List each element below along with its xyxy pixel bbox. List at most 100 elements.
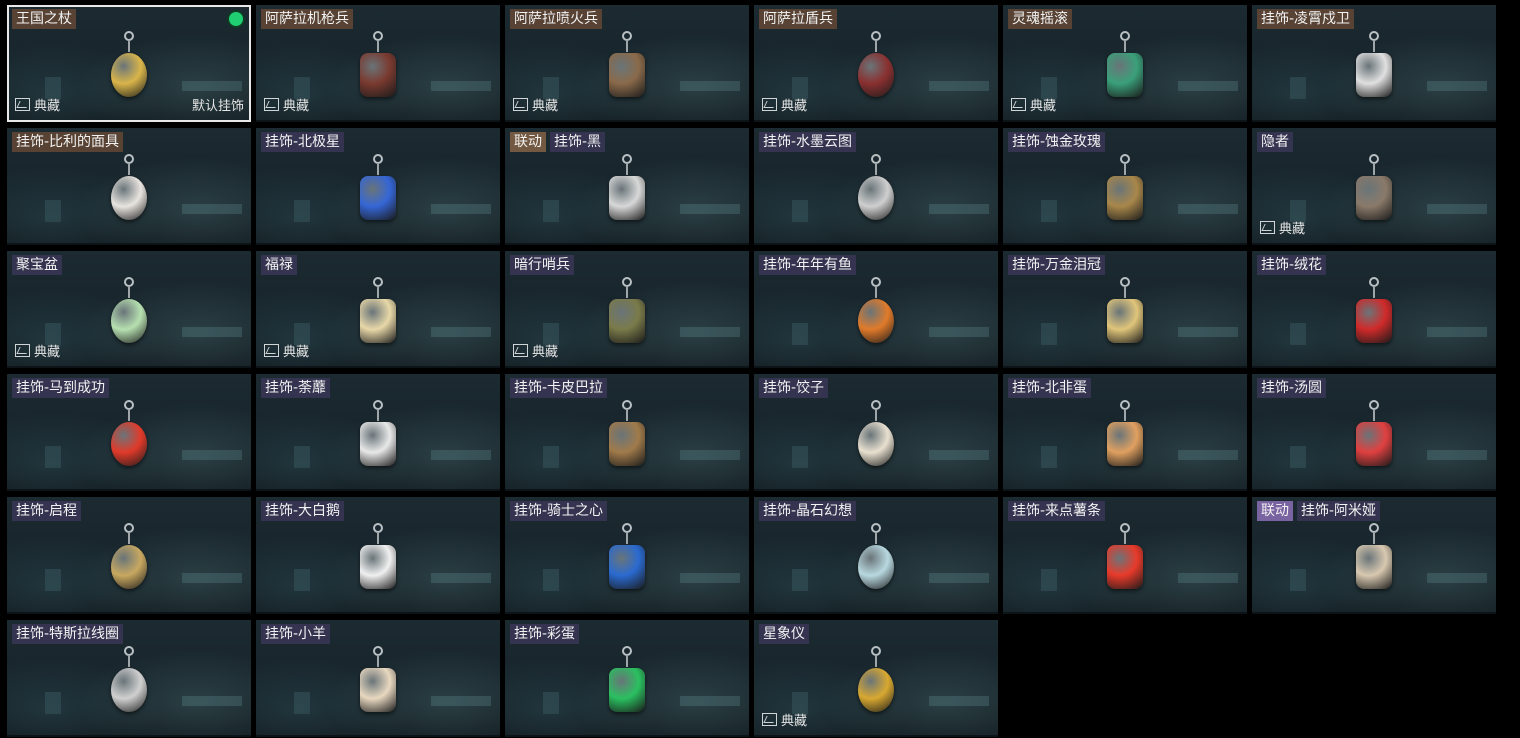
crystal-cube-charm: [846, 523, 906, 603]
charm-tile[interactable]: 挂饰-绒花: [1252, 251, 1496, 368]
collection-icon: [264, 344, 279, 357]
charm-tile[interactable]: 聚宝盆 典藏: [7, 251, 251, 368]
charm-tile[interactable]: 挂饰-饺子: [754, 374, 998, 491]
charm-tile[interactable]: 阿萨拉盾兵 典藏: [754, 5, 998, 122]
astrolabe-charm: [846, 646, 906, 726]
background-block: [1290, 446, 1306, 468]
charm-body-icon: [360, 176, 396, 220]
background-block: [543, 569, 559, 591]
tangyuan-bowl-charm: [1344, 400, 1404, 480]
chain-icon: [875, 655, 877, 667]
background-streak: [182, 204, 242, 214]
charm-tile[interactable]: 挂饰-汤圆: [1252, 374, 1496, 491]
chain-icon: [1124, 40, 1126, 52]
background-block: [792, 323, 808, 345]
chain-icon: [128, 286, 130, 298]
chain-icon: [377, 163, 379, 175]
charm-title-row: 福禄: [261, 255, 297, 275]
charm-name: 挂饰-晶石幻想: [759, 501, 857, 521]
charm-tile[interactable]: 挂饰-北极星: [256, 128, 500, 245]
charm-name: 挂饰-马到成功: [12, 378, 110, 398]
rock-guitarist-figure: [1095, 31, 1155, 111]
background-block: [45, 446, 61, 468]
background-block: [294, 692, 310, 714]
charm-tile[interactable]: 挂饰-来点薯条: [1003, 497, 1247, 614]
ink-cloud-ball-charm: [846, 154, 906, 234]
chain-icon: [626, 409, 628, 421]
charm-tile[interactable]: 挂饰-水墨云图: [754, 128, 998, 245]
charm-tile[interactable]: 挂饰-蚀金玫瑰: [1003, 128, 1247, 245]
charm-tile[interactable]: 暗行哨兵 典藏: [505, 251, 749, 368]
charm-tile[interactable]: 挂饰-年年有鱼: [754, 251, 998, 368]
charm-body-icon: [1107, 299, 1143, 343]
charm-tile[interactable]: 挂饰-荼蘼: [256, 374, 500, 491]
charm-title-row: 阿萨拉机枪兵: [261, 9, 353, 29]
charm-body-icon: [609, 668, 645, 712]
charm-name: 星象仪: [759, 624, 809, 644]
charm-name: 挂饰-大白鹅: [261, 501, 345, 521]
charm-body-icon: [1107, 53, 1143, 97]
collection-label: 典藏: [34, 99, 61, 114]
charm-tile[interactable]: 挂饰-卡皮巴拉: [505, 374, 749, 491]
background-streak: [431, 81, 491, 91]
charm-name: 福禄: [261, 255, 297, 275]
charm-tile[interactable]: 挂饰-大白鹅: [256, 497, 500, 614]
charm-tile[interactable]: 挂饰-凌霄戍卫: [1252, 5, 1496, 122]
amiya-rabbit-charm: [1344, 523, 1404, 603]
charm-name: 挂饰-骑士之心: [510, 501, 608, 521]
charm-title-row: 王国之杖: [12, 9, 76, 29]
charm-tile[interactable]: 阿萨拉喷火兵 典藏: [505, 5, 749, 122]
charm-body-icon: [609, 176, 645, 220]
charm-tile[interactable]: 挂饰-彩蛋: [505, 620, 749, 737]
charm-tile[interactable]: 挂饰-骑士之心: [505, 497, 749, 614]
shakshuka-pan-charm: [1095, 400, 1155, 480]
charm-tile[interactable]: 挂饰-特斯拉线圈: [7, 620, 251, 737]
background-streak: [182, 450, 242, 460]
collection-badge: 典藏: [1260, 218, 1305, 237]
background-streak: [1427, 450, 1487, 460]
charm-tile[interactable]: 星象仪 典藏: [754, 620, 998, 737]
charm-tile[interactable]: 挂饰-马到成功: [7, 374, 251, 491]
background-streak: [929, 327, 989, 337]
background-block: [294, 446, 310, 468]
background-block: [1290, 77, 1306, 99]
charm-tile[interactable]: 挂饰-万金泪冠: [1003, 251, 1247, 368]
charm-name: 挂饰-蚀金玫瑰: [1008, 132, 1106, 152]
polaris-blade-charm: [348, 154, 408, 234]
charm-tile[interactable]: 隐者 典藏: [1252, 128, 1496, 245]
flamethrower-figure: [597, 31, 657, 111]
charm-tile[interactable]: 挂饰-晶石幻想: [754, 497, 998, 614]
charm-title-row: 挂饰-绒花: [1257, 255, 1327, 275]
french-fries-charm: [1095, 523, 1155, 603]
charm-tile[interactable]: 挂饰-北非蛋: [1003, 374, 1247, 491]
chain-icon: [875, 532, 877, 544]
charm-tile[interactable]: 联动 挂饰-阿米娅: [1252, 497, 1496, 614]
collection-badge: 典藏: [264, 341, 309, 360]
charm-body-icon: [111, 176, 147, 220]
charm-body-icon: [360, 422, 396, 466]
billy-mask-charm: [99, 154, 159, 234]
background-streak: [929, 450, 989, 460]
collection-badge: 典藏: [513, 341, 558, 360]
charm-tile[interactable]: 挂饰-启程: [7, 497, 251, 614]
charm-tile[interactable]: 王国之杖 典藏 默认挂饰: [7, 5, 251, 122]
chain-icon: [1124, 409, 1126, 421]
collection-label: 典藏: [283, 99, 310, 114]
charm-tile[interactable]: 阿萨拉机枪兵典藏: [256, 5, 500, 122]
charm-body-icon: [1356, 545, 1392, 589]
collection-badge: 典藏: [762, 95, 807, 114]
background-block: [45, 692, 61, 714]
charm-tile[interactable]: 挂饰-小羊: [256, 620, 500, 737]
charm-tile[interactable]: 福禄 典藏: [256, 251, 500, 368]
charm-tile[interactable]: 挂饰-比利的面具: [7, 128, 251, 245]
charm-name: 挂饰-汤圆: [1257, 378, 1327, 398]
collection-badge: 典藏: [762, 710, 807, 729]
charm-body-icon: [111, 668, 147, 712]
charm-tile[interactable]: 灵魂摇滚 典藏: [1003, 5, 1247, 122]
collection-label: 典藏: [532, 345, 559, 360]
background-block: [543, 200, 559, 222]
background-streak: [1427, 204, 1487, 214]
background-block: [294, 200, 310, 222]
black-lighter-charm: [597, 154, 657, 234]
charm-tile[interactable]: 联动 挂饰-黑: [505, 128, 749, 245]
